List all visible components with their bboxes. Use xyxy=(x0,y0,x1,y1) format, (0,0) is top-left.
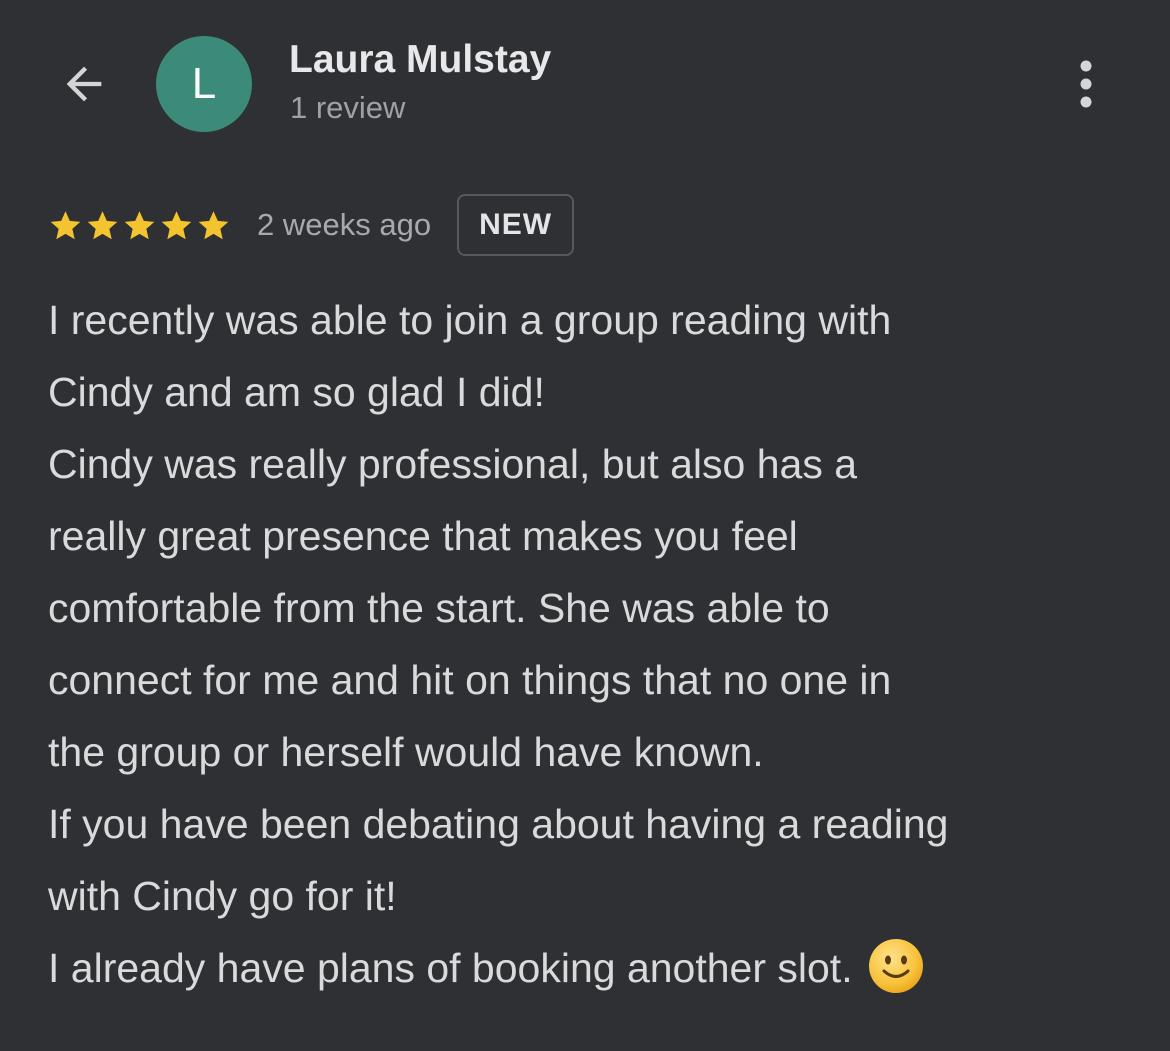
review-line: comfortable from the start. She was able… xyxy=(48,572,1138,644)
star-icon xyxy=(87,210,118,239)
review-time: 2 weeks ago xyxy=(257,207,432,242)
review-line-text: the group or herself would have known. xyxy=(48,729,764,775)
review-line: I recently was able to join a group read… xyxy=(48,284,1138,356)
review-line-text: really great presence that makes you fee… xyxy=(48,513,798,559)
more-vert-icon xyxy=(1080,60,1092,108)
review-line-text: with Cindy go for it! xyxy=(48,873,397,919)
reviewer-header: L Laura Mulstay 1 review xyxy=(0,0,1170,170)
review-line: with Cindy go for it! xyxy=(48,860,1138,932)
new-badge: NEW xyxy=(457,194,575,256)
review-line: the group or herself would have known. xyxy=(48,716,1138,788)
slightly-smiling-face-icon xyxy=(868,939,923,994)
review-line: really great presence that makes you fee… xyxy=(48,500,1138,572)
review-line: Cindy was really professional, but also … xyxy=(48,428,1138,500)
back-button[interactable] xyxy=(52,52,116,116)
review-line: If you have been debating about having a… xyxy=(48,788,1138,860)
star-icon xyxy=(50,210,81,239)
review-meta: 2 weeks ago NEW xyxy=(48,192,575,258)
arrow-back-icon xyxy=(66,66,102,102)
more-options-button[interactable] xyxy=(1062,52,1110,116)
review-line: Cindy and am so glad I did! xyxy=(48,356,1138,428)
review-line-text: I recently was able to join a group read… xyxy=(48,297,892,343)
avatar[interactable]: L xyxy=(156,36,252,132)
star-icon xyxy=(161,210,192,239)
review-count[interactable]: 1 review xyxy=(290,90,405,126)
review-line-text: Cindy and am so glad I did! xyxy=(48,369,545,415)
review-line-text: If you have been debating about having a… xyxy=(48,801,949,847)
review-text: I recently was able to join a group read… xyxy=(48,284,1138,1004)
review-line: I already have plans of booking another … xyxy=(48,932,1138,1004)
review-line-text: Cindy was really professional, but also … xyxy=(48,441,858,487)
review-line-text: connect for me and hit on things that no… xyxy=(48,657,892,703)
review-line: connect for me and hit on things that no… xyxy=(48,644,1138,716)
star-icon xyxy=(198,210,229,239)
review-line-text: comfortable from the start. She was able… xyxy=(48,585,830,631)
review-line-text: I already have plans of booking another … xyxy=(48,945,853,991)
star-icon xyxy=(124,210,155,239)
star-rating xyxy=(48,208,231,243)
avatar-letter: L xyxy=(191,59,217,108)
reviewer-name[interactable]: Laura Mulstay xyxy=(289,38,551,82)
